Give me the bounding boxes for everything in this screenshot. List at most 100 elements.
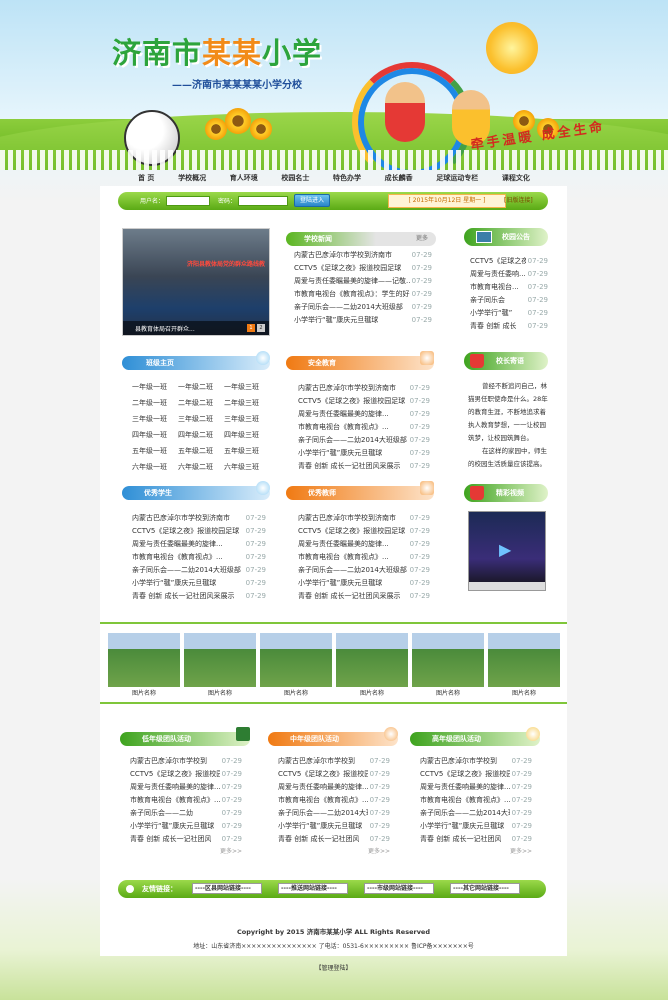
campus-photo[interactable] bbox=[488, 633, 560, 687]
site-logo-title[interactable]: 济南市某某小学 bbox=[112, 30, 322, 72]
item-title[interactable]: 小学举行“毽”康庆元旦毽球 bbox=[294, 314, 378, 327]
list-item[interactable]: 市教育电视台《教育视点》... 07-29 bbox=[298, 421, 430, 434]
item-title[interactable]: 内蒙古巴彦淖尔市学校到济南市 bbox=[294, 249, 392, 262]
item-title[interactable]: 亲子同乐会 bbox=[470, 294, 505, 307]
district-links-select[interactable]: ----区县网站链接---- bbox=[192, 883, 262, 894]
class-link[interactable]: 一年级一班 bbox=[132, 379, 178, 395]
list-item[interactable]: 亲子同乐会——二幼 07-29 bbox=[130, 807, 242, 820]
item-title[interactable]: CCTV5《足球之夜》报道校园足球 bbox=[294, 262, 401, 275]
item-title[interactable]: 周爱与责任委瞩最美的旋律——记敬... bbox=[294, 275, 410, 288]
list-item[interactable]: 内蒙古巴彦淖尔市学校到济南市 07-29 bbox=[298, 382, 430, 395]
list-item[interactable]: 市教育电视台《教育视点》... 07-29 bbox=[132, 551, 266, 564]
item-title[interactable]: 周爱与责任委瞩最美的旋律... bbox=[298, 408, 389, 421]
old-version-link[interactable]: [旧版连接] bbox=[504, 195, 533, 204]
list-item[interactable]: 青春 创新 成长一记社团风采展示 07-29 bbox=[298, 460, 430, 473]
list-item[interactable]: 周爱与责任委响最美的旋律... 07-29 bbox=[278, 781, 390, 794]
nav-features[interactable]: 特色办学 bbox=[333, 170, 361, 186]
item-title[interactable]: 小学举行“毽”康庆元旦毽球 bbox=[278, 820, 362, 833]
list-item[interactable]: 青春 创新 成长 07-29 bbox=[470, 320, 548, 333]
list-item[interactable]: 亲子同乐会——二幼2014大班级部 07-29 bbox=[132, 564, 266, 577]
item-title[interactable]: 亲子同乐会——二幼2014大班 bbox=[278, 807, 368, 820]
admin-login-link[interactable]: 【管理登陆】 bbox=[100, 963, 567, 972]
item-title[interactable]: CCTV5《足球之夜》 bbox=[470, 255, 526, 268]
campus-photo[interactable] bbox=[184, 633, 256, 687]
list-item[interactable]: 周爱与责任委响最美的旋律... 07-29 bbox=[420, 781, 532, 794]
item-title[interactable]: CCTV5《足球之夜》报道校园足球 bbox=[298, 395, 405, 408]
photo-caption[interactable]: 图片名称 bbox=[412, 688, 484, 697]
list-item[interactable]: 内蒙古巴彦淖尔市学校到 07-29 bbox=[278, 755, 390, 768]
list-item[interactable]: 内蒙古巴彦淖尔市学校到济南市 07-29 bbox=[294, 249, 432, 262]
play-icon[interactable]: ▶ bbox=[499, 540, 511, 559]
nav-environment[interactable]: 育人环境 bbox=[230, 170, 258, 186]
list-item[interactable]: 市教育电视台《教育视点》... 07-29 bbox=[298, 551, 430, 564]
push-links-select[interactable]: ----推送网站链接---- bbox=[278, 883, 348, 894]
item-title[interactable]: 市教育电视台《教育视点》：学生的好... bbox=[294, 288, 410, 301]
list-item[interactable]: CCTV5《足球之夜》报道校园 07-29 bbox=[278, 768, 390, 781]
list-item[interactable]: 周爱与责任委瞩最美的旋律... 07-29 bbox=[298, 408, 430, 421]
list-item[interactable]: 市教育电视台《教育视点》：学生的好... 07-29 bbox=[294, 288, 432, 301]
class-link[interactable]: 一年级二班 bbox=[178, 379, 224, 395]
nav-curriculum[interactable]: 课程文化 bbox=[502, 170, 530, 186]
list-item[interactable]: 内蒙古巴彦淖尔市学校到 07-29 bbox=[130, 755, 242, 768]
item-title[interactable]: 小学举行“毽”康庆元旦毽球 bbox=[420, 820, 504, 833]
item-title[interactable]: 青春 创新 成长一记社团风 bbox=[420, 833, 501, 846]
list-item[interactable]: 周爱与责任委响... 07-29 bbox=[470, 268, 548, 281]
class-link[interactable]: 三年级二班 bbox=[178, 411, 224, 427]
item-title[interactable]: 内蒙古巴彦淖尔市学校到济南市 bbox=[298, 512, 396, 525]
list-item[interactable]: 周爱与责任委瞩最美的旋律——记敬... 07-29 bbox=[294, 275, 432, 288]
list-item[interactable]: 青春 创新 成长一记社团风 07-29 bbox=[130, 833, 242, 846]
item-title[interactable]: 亲子同乐会——二幼2014大班级部 bbox=[132, 564, 241, 577]
nav-famous[interactable]: 校园名士 bbox=[281, 170, 309, 186]
item-title[interactable]: 小学举行“毽”康庆元旦毽球 bbox=[298, 447, 382, 460]
video-player[interactable]: ▶ bbox=[468, 511, 546, 591]
list-item[interactable]: 内蒙古巴彦淖尔市学校到济南市 07-29 bbox=[298, 512, 430, 525]
list-item[interactable]: CCTV5《足球之夜》报道校园 07-29 bbox=[130, 768, 242, 781]
class-link[interactable]: 五年级二班 bbox=[178, 443, 224, 459]
low-grade-more[interactable]: 更多>> bbox=[120, 846, 250, 855]
item-title[interactable]: 小学举行“毽”康庆元旦毽球 bbox=[298, 577, 382, 590]
nav-overview[interactable]: 学校概况 bbox=[178, 170, 206, 186]
list-item[interactable]: CCTV5《足球之夜》报道校园 07-29 bbox=[420, 768, 532, 781]
video-controls[interactable] bbox=[469, 582, 545, 590]
list-item[interactable]: 小学举行“毽”康庆元旦毽球 07-29 bbox=[130, 820, 242, 833]
item-title[interactable]: 内蒙古巴彦淖尔市学校到 bbox=[278, 755, 355, 768]
item-title[interactable]: CCTV5《足球之夜》报道校园 bbox=[278, 768, 368, 781]
campus-photo[interactable] bbox=[108, 633, 180, 687]
class-link[interactable]: 三年级三班 bbox=[224, 411, 270, 427]
list-item[interactable]: 内蒙古巴彦淖尔市学校到 07-29 bbox=[420, 755, 532, 768]
list-item[interactable]: CCTV5《足球之夜》报道校园足球 07-29 bbox=[132, 525, 266, 538]
item-title[interactable]: 青春 创新 成长一记社团风采展示 bbox=[298, 460, 400, 473]
item-title[interactable]: 亲子同乐会——二幼2014大班级部 bbox=[298, 434, 407, 447]
class-link[interactable]: 一年级三班 bbox=[224, 379, 270, 395]
class-link[interactable]: 二年级二班 bbox=[178, 395, 224, 411]
list-item[interactable]: CCTV5《足球之夜》报道校园足球 07-29 bbox=[294, 262, 432, 275]
photo-caption[interactable]: 图片名称 bbox=[336, 688, 408, 697]
item-title[interactable]: 市教育电视台《教育视点》... bbox=[420, 794, 510, 807]
slide-page-2[interactable]: 2 bbox=[257, 324, 265, 332]
item-title[interactable]: 市教育电视台《教育视点》... bbox=[298, 421, 389, 434]
city-links-select[interactable]: ----市级网站链接---- bbox=[364, 883, 434, 894]
list-item[interactable]: 亲子同乐会——二幼2014大班 07-29 bbox=[278, 807, 390, 820]
photo-caption[interactable]: 图片名称 bbox=[108, 688, 180, 697]
class-link[interactable]: 五年级三班 bbox=[224, 443, 270, 459]
class-link[interactable]: 三年级一班 bbox=[132, 411, 178, 427]
item-title[interactable]: 周爱与责任委响最美的旋律... bbox=[420, 781, 510, 794]
list-item[interactable]: 青春 创新 成长一记社团风 07-29 bbox=[420, 833, 532, 846]
item-title[interactable]: 市教育电视台... bbox=[470, 281, 519, 294]
list-item[interactable]: 亲子同乐会——二幼2014大班级部 07-29 bbox=[298, 434, 430, 447]
nav-football[interactable]: 足球运动专栏 bbox=[436, 170, 478, 186]
login-button[interactable]: 登陆进入 bbox=[294, 194, 330, 207]
item-title[interactable]: 周爱与责任委响... bbox=[470, 268, 526, 281]
class-link[interactable]: 六年级二班 bbox=[178, 459, 224, 475]
list-item[interactable]: 亲子同乐会 07-29 bbox=[470, 294, 548, 307]
news-more-link[interactable]: 更多 bbox=[416, 232, 428, 246]
campus-photo[interactable] bbox=[336, 633, 408, 687]
photo-caption[interactable]: 图片名称 bbox=[260, 688, 332, 697]
item-title[interactable]: 亲子同乐会——二幼2014大班级部 bbox=[298, 564, 407, 577]
item-title[interactable]: 周爱与责任委响最美的旋律... bbox=[278, 781, 368, 794]
item-title[interactable]: 市教育电视台《教育视点》... bbox=[278, 794, 368, 807]
list-item[interactable]: 周爱与责任委瞩最美的旋律... 07-29 bbox=[298, 538, 430, 551]
list-item[interactable]: 市教育电视台... 07-29 bbox=[470, 281, 548, 294]
slide-page-1[interactable]: 1 bbox=[247, 324, 255, 332]
class-link[interactable]: 二年级三班 bbox=[224, 395, 270, 411]
